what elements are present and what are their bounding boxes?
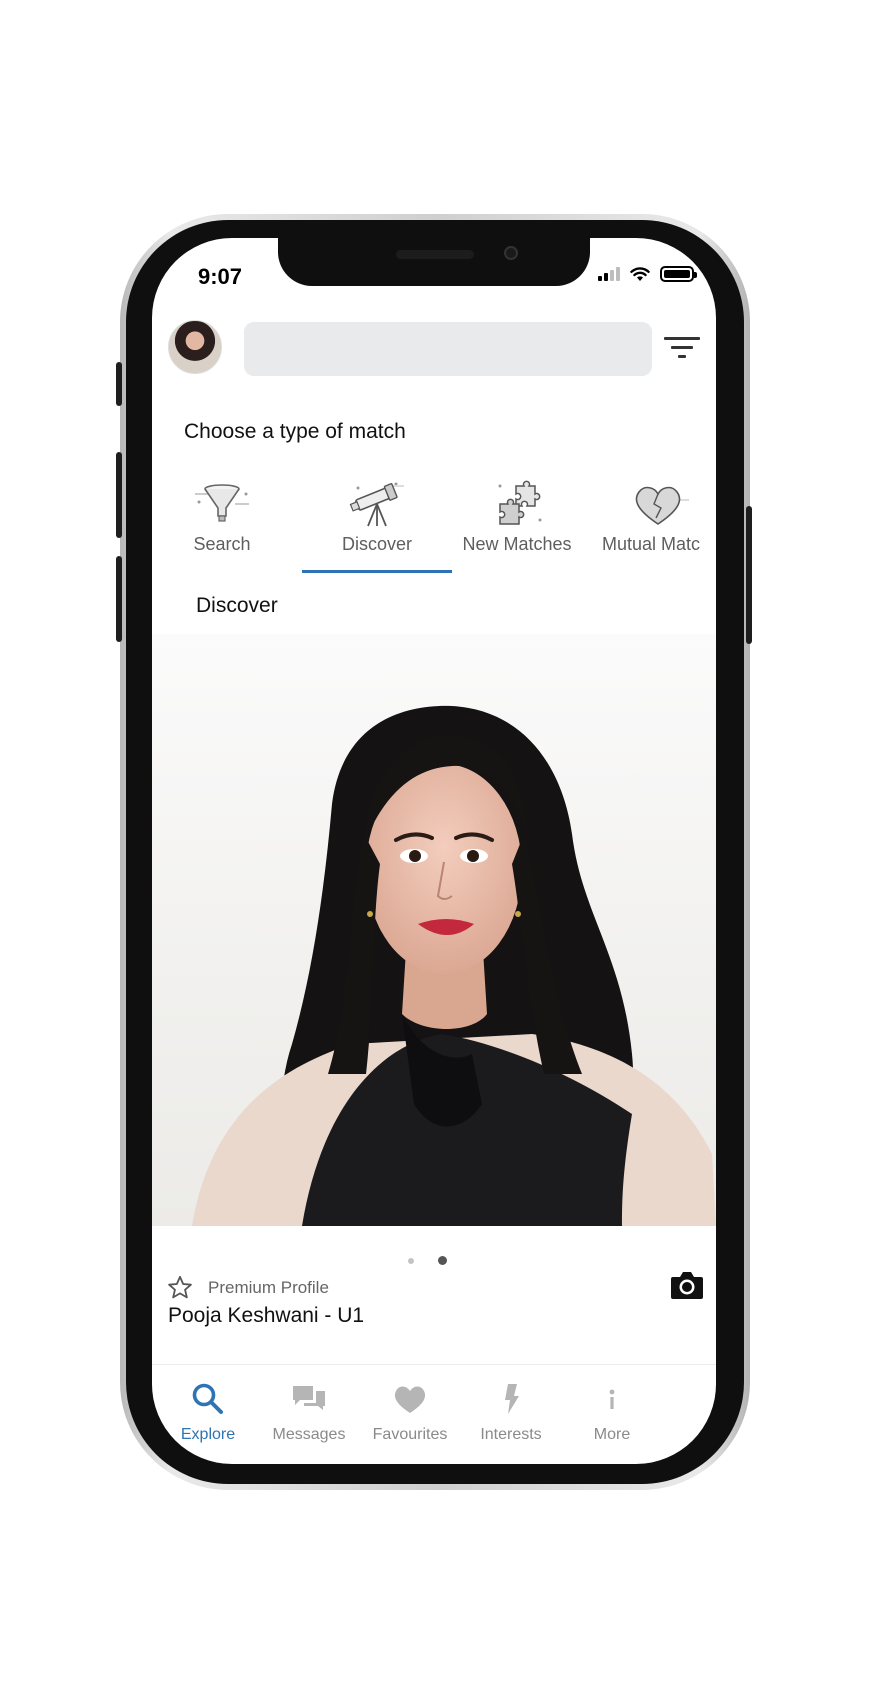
premium-row: Premium Profile: [166, 1274, 329, 1301]
nav-messages[interactable]: Messages: [253, 1368, 365, 1464]
speaker-grille: [396, 250, 474, 259]
nav-interests[interactable]: Interests: [455, 1368, 567, 1464]
search-icon: [192, 1383, 223, 1414]
nav-label: Messages: [272, 1426, 346, 1443]
nav-favourites[interactable]: Favourites: [354, 1368, 466, 1464]
nav-divider: [152, 1364, 716, 1365]
match-type-tabs: Search Discover New Matches Mutual Matc: [152, 478, 716, 574]
search-input[interactable]: [244, 322, 652, 376]
funnel-icon: [195, 484, 249, 522]
nav-label: Interests: [480, 1426, 542, 1443]
section-heading: Discover: [196, 594, 278, 617]
wifi-icon: [630, 266, 650, 281]
status-time: 9:07: [198, 264, 243, 289]
camera-icon[interactable]: [670, 1270, 704, 1300]
nav-explore[interactable]: Explore: [152, 1368, 264, 1464]
star-icon[interactable]: [166, 1274, 194, 1301]
info-icon: [609, 1389, 615, 1409]
carousel-dot-active[interactable]: [438, 1256, 447, 1265]
volume-up-button: [116, 452, 122, 538]
telescope-icon: [349, 482, 404, 527]
nav-label: Favourites: [372, 1426, 448, 1443]
tab-search[interactable]: Search: [172, 478, 272, 574]
nav-more[interactable]: More: [556, 1368, 668, 1464]
tab-label: New Matches: [462, 534, 572, 554]
heart-icon: [635, 486, 689, 525]
tab-discover[interactable]: Discover: [312, 478, 442, 574]
tab-label: Search: [193, 534, 251, 554]
filter-icon[interactable]: [664, 334, 700, 362]
profile-photo[interactable]: [152, 634, 716, 1226]
silent-switch: [116, 362, 122, 406]
tab-label: Discover: [341, 534, 412, 554]
notch: [278, 238, 590, 286]
tab-new-matches[interactable]: New Matches: [442, 478, 592, 574]
battery-icon: [660, 266, 697, 282]
front-camera: [504, 246, 518, 260]
profile-name[interactable]: Pooja Keshwani - U1: [168, 1304, 364, 1328]
heart-icon: [394, 1386, 426, 1413]
chat-icon: [293, 1386, 325, 1410]
premium-badge: Premium Profile: [208, 1277, 329, 1297]
power-button: [746, 506, 752, 644]
tab-label: Mutual Matc: [602, 534, 701, 554]
phone-screen: 9:07 Choose a type of match Search Disco…: [152, 238, 716, 1464]
volume-down-button: [116, 556, 122, 642]
cellular-signal-icon: [598, 267, 620, 281]
user-avatar[interactable]: [168, 320, 222, 374]
profile-photo-illustration: [192, 705, 716, 1226]
match-type-title: Choose a type of match: [184, 420, 406, 443]
active-tab-indicator: [302, 570, 452, 573]
photo-carousel-dots[interactable]: [408, 1256, 447, 1265]
carousel-dot[interactable]: [408, 1257, 414, 1264]
puzzle-icon: [498, 480, 542, 525]
nav-label: More: [593, 1426, 631, 1443]
bottom-navigation: Explore Messages Favourites Interests Mo…: [152, 1368, 716, 1464]
nav-label: Explore: [180, 1426, 236, 1443]
tab-mutual-matches[interactable]: Mutual Matc: [592, 478, 716, 574]
bolt-icon: [505, 1384, 519, 1414]
status-icons: [598, 266, 697, 282]
